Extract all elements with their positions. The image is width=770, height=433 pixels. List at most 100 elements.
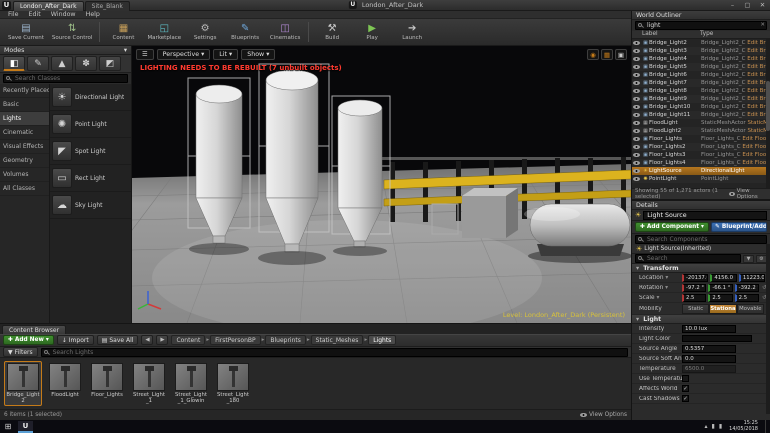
content-view-options[interactable]: View Options: [580, 412, 627, 418]
show-flags-button[interactable]: Show ▾: [241, 49, 276, 60]
visibility-eye-icon[interactable]: [633, 168, 640, 174]
toolbar-save-current-button[interactable]: ▤ Save Current: [4, 20, 48, 45]
place-item-sky-light[interactable]: ☁ Sky Light: [50, 192, 131, 219]
grid-snap-icon[interactable]: ▦: [601, 49, 613, 60]
maximize-button[interactable]: ▢: [740, 0, 755, 11]
back-button[interactable]: ◀: [141, 335, 154, 346]
transform-section-header[interactable]: ▾ Transform: [632, 264, 770, 273]
outliner-row-bridge-light2[interactable]: ▣Bridge_Light2Bridge_Light2_C Edit Bridg…: [632, 39, 770, 47]
outliner-row-floor-lights2[interactable]: ▣Floor_Lights2Floor_Lights_C Edit Floor_…: [632, 143, 770, 151]
asset-floodlight[interactable]: FloodLight: [46, 361, 84, 400]
toolbar-content-button[interactable]: ▦ Content: [103, 20, 143, 45]
tray-expand-icon[interactable]: ▴: [705, 423, 708, 430]
visibility-eye-icon[interactable]: [633, 176, 640, 182]
maximize-viewport-icon[interactable]: ▣: [615, 49, 627, 60]
visibility-eye-icon[interactable]: [633, 104, 640, 110]
outliner-row-bridge-light4[interactable]: ▣Bridge_Light4Bridge_Light2_C Edit Bridg…: [632, 55, 770, 63]
affects-world-checkbox[interactable]: ✓: [682, 385, 689, 392]
outliner-row-floor-lights[interactable]: ▣Floor_LightsFloor_Lights_C Edit Floor_L…: [632, 135, 770, 143]
mode-category-volumes[interactable]: Volumes: [0, 168, 49, 182]
asset-bridge-light2[interactable]: Bridge_Light2: [4, 361, 42, 407]
visibility-eye-icon[interactable]: [633, 88, 640, 94]
visibility-eye-icon[interactable]: [633, 128, 640, 134]
outliner-row-pointlight[interactable]: ✺ PointLight PointLight: [632, 175, 770, 183]
close-button[interactable]: ✕: [755, 0, 770, 11]
light-section-header[interactable]: ▾ Light: [632, 315, 770, 324]
blueprint-add-script-button[interactable]: ✎ Blueprint/Add Scr: [710, 222, 767, 232]
mode-category-geometry[interactable]: Geometry: [0, 154, 49, 168]
actor-name-field[interactable]: Light Source: [643, 210, 767, 220]
minimize-button[interactable]: –: [725, 0, 740, 11]
lit-mode-button[interactable]: Lit ▾: [213, 49, 239, 60]
chevron-down-icon[interactable]: ▾: [656, 295, 659, 301]
taskbar-ue-icon[interactable]: U: [18, 420, 33, 433]
place-item-spot-light[interactable]: ◤ Spot Light: [50, 138, 131, 165]
source-angle-input[interactable]: 0.5357: [682, 344, 736, 353]
search-classes-input[interactable]: [3, 74, 128, 83]
cast-shadows-checkbox[interactable]: ✓: [682, 395, 689, 402]
visibility-eye-icon[interactable]: [633, 72, 640, 78]
label-column-header[interactable]: Label: [642, 31, 700, 38]
outliner-row-lightsource[interactable]: ☀ LightSource DirectionalLight: [632, 167, 770, 175]
rotation-y-input[interactable]: -66.1 °: [708, 283, 733, 292]
location-x-input[interactable]: -20137.0: [682, 273, 709, 282]
breadcrumb-static-meshes[interactable]: Static_Meshes: [310, 335, 364, 346]
mode-category-all-classes[interactable]: All Classes: [0, 182, 49, 196]
chevron-down-icon[interactable]: ▾: [665, 285, 668, 291]
visibility-eye-icon[interactable]: [633, 160, 640, 166]
toolbar-launch-button[interactable]: ➔ Launch: [392, 20, 432, 45]
save-all-button[interactable]: ▤ Save All: [96, 335, 139, 346]
visibility-eye-icon[interactable]: [633, 80, 640, 86]
outliner-row-bridge-light3[interactable]: ▣Bridge_Light3Bridge_Light2_C Edit Bridg…: [632, 47, 770, 55]
content-browser-tab[interactable]: Content Browser: [2, 324, 67, 334]
forward-button[interactable]: ▶: [156, 335, 169, 346]
visibility-eye-icon[interactable]: [633, 64, 640, 70]
scale-x-input[interactable]: 2.5: [682, 293, 707, 302]
viewport-canvas[interactable]: ☰ Perspective ▾ Lit ▾ Show ▾ ◉ ▦ ▣ LIGHT…: [132, 46, 631, 323]
outliner-row-floor-lights3[interactable]: ▣Floor_Lights3Floor_Lights_C Edit Floor_…: [632, 151, 770, 159]
geometry-mode-icon[interactable]: ◩: [99, 56, 121, 71]
visibility-eye-icon[interactable]: [633, 48, 640, 54]
use-temperature-checkbox[interactable]: [682, 375, 689, 382]
scrollbar-thumb[interactable]: [766, 80, 770, 132]
foliage-mode-icon[interactable]: ✽: [75, 56, 97, 71]
visibility-eye-icon[interactable]: [633, 56, 640, 62]
import-button[interactable]: ↓ Import: [56, 335, 94, 346]
add-component-button[interactable]: ✚ Add Component ▾: [635, 222, 709, 232]
location-y-input[interactable]: 4156.0: [710, 273, 737, 282]
visibility-eye-icon[interactable]: [633, 120, 640, 126]
toolbar-blueprints-button[interactable]: ✎ Blueprints: [225, 20, 265, 45]
toolbar-play-button[interactable]: ▶ Play: [352, 20, 392, 45]
menu-edit[interactable]: Edit: [24, 11, 46, 19]
outliner-scrollbar[interactable]: [766, 39, 770, 188]
place-item-directional-light[interactable]: ☀ Directional Light: [50, 84, 131, 111]
outliner-search-input[interactable]: [635, 21, 767, 30]
breadcrumb-blueprints[interactable]: Blueprints: [265, 335, 306, 346]
outliner-view-options[interactable]: View Options: [728, 188, 767, 200]
menu-window[interactable]: Window: [46, 11, 81, 19]
outliner-row-bridge-light9[interactable]: ▣Bridge_Light9Bridge_Light2_C Edit Bridg…: [632, 95, 770, 103]
toolbar-cinematics-button[interactable]: ◫ Cinematics: [265, 20, 305, 45]
type-column-header[interactable]: Type: [700, 31, 770, 38]
mode-category-lights[interactable]: Lights: [0, 112, 49, 126]
component-tree-row[interactable]: ☀ Light Source(Inherited): [632, 245, 770, 254]
place-item-rect-light[interactable]: ▭ Rect Light: [50, 165, 131, 192]
chevron-down-icon[interactable]: ▾: [124, 46, 127, 54]
filters-button[interactable]: ▼ Filters: [3, 347, 38, 358]
asset-search-input[interactable]: [40, 347, 628, 357]
camera-speed-icon[interactable]: ◉: [587, 49, 599, 60]
visibility-eye-icon[interactable]: [633, 144, 640, 150]
source-soft-angle-input[interactable]: 0.0: [682, 354, 736, 363]
asset-floor-lights[interactable]: Floor_Lights: [88, 361, 126, 400]
outliner-row-floodlight[interactable]: ▦FloodLightStaticMeshActor StaticMeshAct…: [632, 119, 770, 127]
show-desktop-button[interactable]: [765, 420, 768, 433]
breadcrumb-content[interactable]: Content: [171, 335, 206, 346]
mode-category-basic[interactable]: Basic: [0, 98, 49, 112]
chevron-down-icon[interactable]: ▾: [665, 275, 668, 281]
search-components-input[interactable]: [635, 235, 767, 244]
scale-y-input[interactable]: 2.5: [708, 293, 733, 302]
outliner-row-bridge-light5[interactable]: ▣Bridge_Light5Bridge_Light2_C Edit Bridg…: [632, 63, 770, 71]
window-tab-london-after-dark[interactable]: London_After_Dark: [13, 0, 84, 11]
window-tab-site-blank[interactable]: Site_Blank: [84, 0, 130, 11]
visibility-eye-icon[interactable]: [633, 152, 640, 158]
